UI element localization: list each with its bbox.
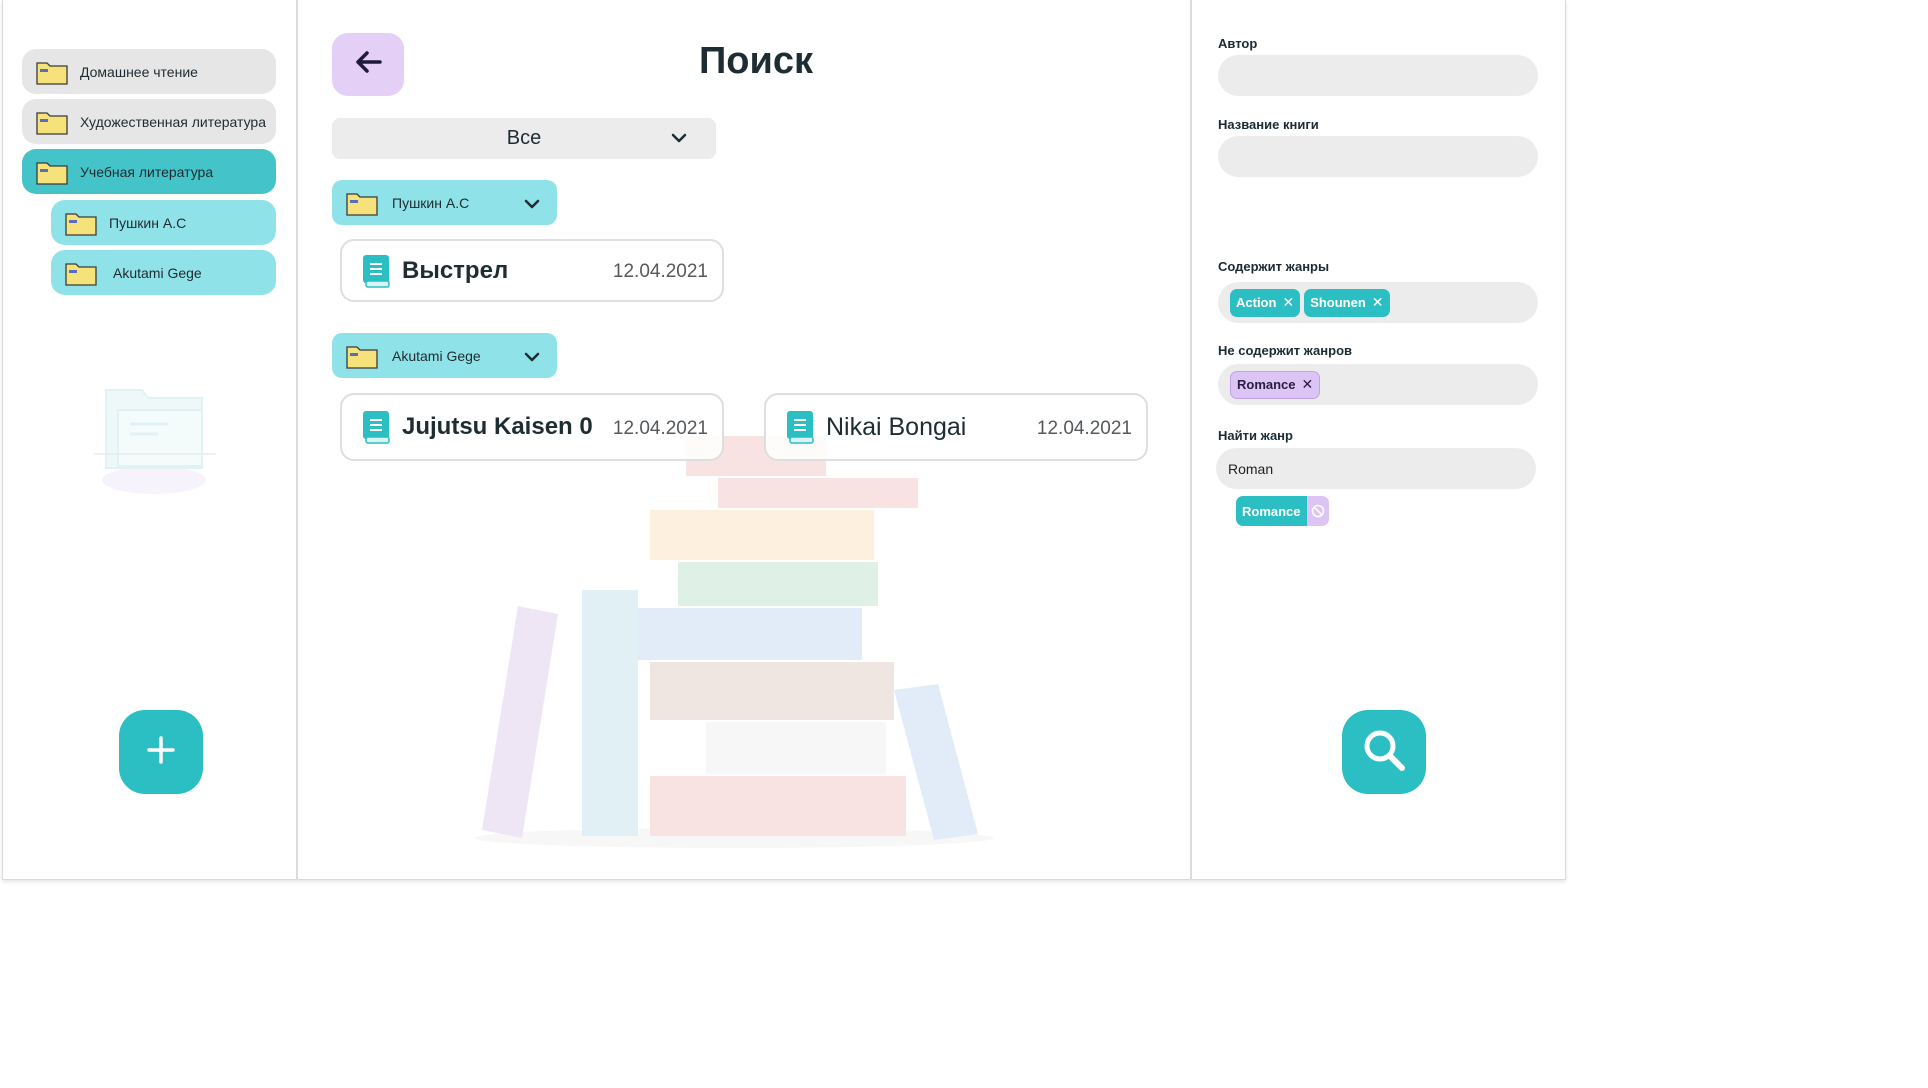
back-button[interactable] <box>332 33 404 96</box>
remove-icon[interactable]: ✕ <box>1302 376 1314 393</box>
sidebar-item-label: Пушкин А.С <box>109 214 187 231</box>
chevron-down-icon <box>523 348 541 369</box>
book-date: 12.04.2021 <box>612 418 708 439</box>
folder-icon <box>36 109 68 135</box>
exclude-genres-field[interactable]: Romance ✕ <box>1218 364 1538 405</box>
sidebar-item-label: Akutami Gege <box>113 264 202 281</box>
books-stack-illustration <box>474 430 1014 850</box>
sidebar-item-home-reading[interactable]: Домашнее чтение <box>22 49 276 94</box>
genre-suggestion-label[interactable]: Romance <box>1236 496 1307 526</box>
sidebar-item-label: Домашнее чтение <box>80 63 198 80</box>
folder-icon <box>65 210 97 236</box>
sidebar-item-label: Учебная литература <box>80 163 214 180</box>
sidebar-item-educational[interactable]: Учебная литература <box>22 149 276 194</box>
find-genre-input[interactable]: Roman <box>1216 448 1536 489</box>
folder-icon <box>346 190 378 216</box>
sidebar-item-akutami[interactable]: Akutami Gege <box>51 250 276 295</box>
book-card[interactable]: Jujutsu Kaisen 0 12.04.2021 <box>340 393 724 461</box>
search-icon <box>1361 727 1407 778</box>
chevron-down-icon <box>670 129 688 153</box>
group-header-akutami[interactable]: Akutami Gege <box>332 333 557 378</box>
add-folder-button[interactable] <box>119 710 203 794</box>
arrow-left-icon <box>354 50 382 79</box>
filter-panel: Автор Название книги Содержит жанры Acti… <box>1190 0 1566 880</box>
sidebar-item-pushkin[interactable]: Пушкин А.С <box>51 200 276 245</box>
sidebar-item-fiction[interactable]: Художественная литература <box>22 99 276 144</box>
book-title-label: Название книги <box>1218 117 1319 132</box>
include-genres-field[interactable]: Action ✕ Shounen ✕ <box>1218 282 1538 323</box>
exclude-genres-label: Не содержит жанров <box>1218 343 1352 358</box>
sidebar: Домашнее чтение Художественная литератур… <box>2 0 298 880</box>
empty-folder-illustration <box>88 372 222 496</box>
select-value: Все <box>506 127 542 149</box>
genre-chip-label: Action <box>1236 295 1277 310</box>
book-date: 12.04.2021 <box>612 261 708 282</box>
book-icon <box>362 254 392 288</box>
group-header-pushkin[interactable]: Пушкин А.С <box>332 180 557 225</box>
chevron-down-icon <box>523 195 541 216</box>
book-title-input[interactable] <box>1218 136 1538 177</box>
group-header-label: Akutami Gege <box>392 347 481 364</box>
genre-chip-label: Shounen <box>1310 295 1366 310</box>
book-card[interactable]: Выстрел 12.04.2021 <box>340 239 724 302</box>
find-genre-input-value: Roman <box>1228 460 1274 477</box>
group-header-label: Пушкин А.С <box>392 194 470 211</box>
ban-icon[interactable] <box>1306 496 1329 526</box>
search-button[interactable] <box>1342 710 1426 794</box>
sidebar-item-label: Художественная литература <box>80 113 266 130</box>
include-genres-label: Содержит жанры <box>1218 259 1330 274</box>
author-label: Автор <box>1218 36 1258 51</box>
category-select[interactable]: Все <box>332 118 716 159</box>
genre-suggestion[interactable]: Romance <box>1236 496 1329 526</box>
book-title: Выстрел <box>402 256 509 284</box>
genre-chip-action[interactable]: Action ✕ <box>1230 288 1301 317</box>
author-input[interactable] <box>1218 55 1538 96</box>
book-icon <box>786 410 816 444</box>
book-icon <box>362 410 392 444</box>
genre-chip-label: Romance <box>1237 377 1296 392</box>
book-title: Nikai Bongai <box>826 412 967 441</box>
genre-chip-romance[interactable]: Romance ✕ <box>1230 370 1321 399</box>
folder-icon <box>346 343 378 369</box>
page-title: Поиск <box>698 40 814 82</box>
plus-icon <box>147 735 175 769</box>
folder-icon <box>36 159 68 185</box>
remove-icon[interactable]: ✕ <box>1372 294 1384 311</box>
book-date: 12.04.2021 <box>1036 418 1132 439</box>
main-content: Поиск Все Пушкин А.С Выстрел 12.04.2021 … <box>298 0 1190 880</box>
genre-chip-shounen[interactable]: Shounen ✕ <box>1304 288 1390 317</box>
find-genre-label: Найти жанр <box>1218 428 1293 443</box>
folder-icon <box>65 260 97 286</box>
book-card[interactable]: Nikai Bongai 12.04.2021 <box>764 393 1148 461</box>
remove-icon[interactable]: ✕ <box>1282 294 1294 311</box>
book-title: Jujutsu Kaisen 0 <box>402 413 593 440</box>
folder-icon <box>36 59 68 85</box>
